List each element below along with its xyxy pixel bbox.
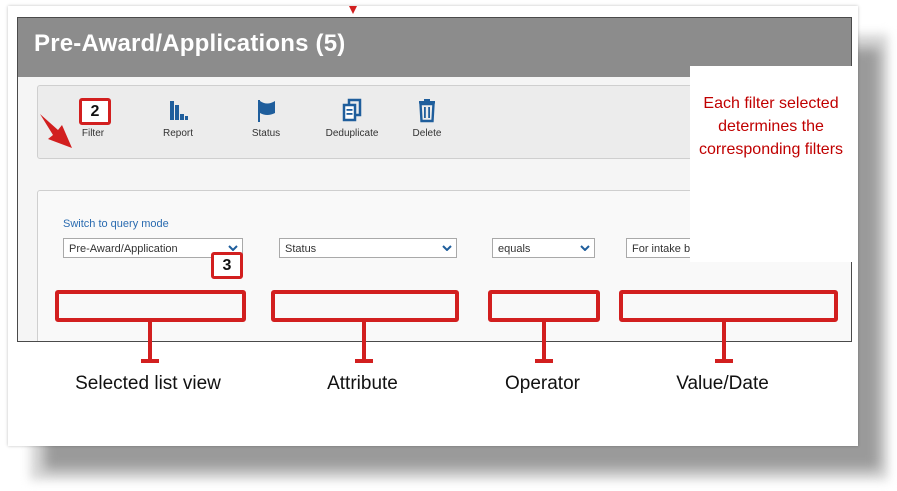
connector-list-view bbox=[148, 322, 152, 362]
page-title: Pre-Award/Applications (5) bbox=[34, 30, 346, 57]
operator-select[interactable]: equals bbox=[492, 238, 595, 258]
highlight-operator bbox=[488, 290, 600, 322]
chevron-down-icon bbox=[576, 239, 594, 257]
caption-value: Value/Date bbox=[676, 373, 769, 394]
arrow-pointer-icon bbox=[40, 114, 72, 148]
status-label: Status bbox=[251, 128, 281, 139]
delete-button[interactable]: Delete bbox=[387, 94, 467, 139]
chevron-down-icon bbox=[438, 239, 456, 257]
highlight-list-view bbox=[55, 290, 246, 322]
report-button[interactable]: Report bbox=[138, 94, 218, 139]
connector-cap-attribute bbox=[355, 359, 373, 363]
highlight-value bbox=[619, 290, 838, 322]
status-button[interactable]: Status bbox=[226, 94, 306, 139]
trash-icon bbox=[387, 94, 467, 126]
caption-attribute: Attribute bbox=[327, 373, 398, 394]
deduplicate-label: Deduplicate bbox=[325, 128, 379, 139]
caption-list-view: Selected list view bbox=[75, 373, 221, 394]
delete-label: Delete bbox=[412, 128, 442, 139]
attribute-select[interactable]: Status bbox=[279, 238, 457, 258]
connector-attribute bbox=[362, 322, 366, 362]
step-badge-3: 3 bbox=[211, 252, 243, 279]
attribute-value: Status bbox=[285, 243, 317, 255]
connector-value bbox=[722, 322, 726, 362]
report-label: Report bbox=[162, 128, 193, 139]
connector-operator bbox=[542, 322, 546, 362]
annotation-note-text: Each filter selected determines the corr… bbox=[698, 95, 844, 158]
flag-icon bbox=[226, 94, 306, 126]
top-marker bbox=[349, 6, 357, 14]
deduplicate-button[interactable]: Deduplicate bbox=[312, 94, 392, 139]
caption-operator: Operator bbox=[505, 373, 580, 394]
switch-query-mode-link[interactable]: Switch to query mode bbox=[63, 218, 169, 230]
annotation-note: Each filter selected determines the corr… bbox=[690, 66, 852, 262]
connector-cap-list-view bbox=[141, 359, 159, 363]
highlight-attribute bbox=[271, 290, 459, 322]
bar-chart-icon bbox=[138, 94, 218, 126]
connector-cap-value bbox=[715, 359, 733, 363]
connector-cap-operator bbox=[535, 359, 553, 363]
copy-icon bbox=[312, 94, 392, 126]
